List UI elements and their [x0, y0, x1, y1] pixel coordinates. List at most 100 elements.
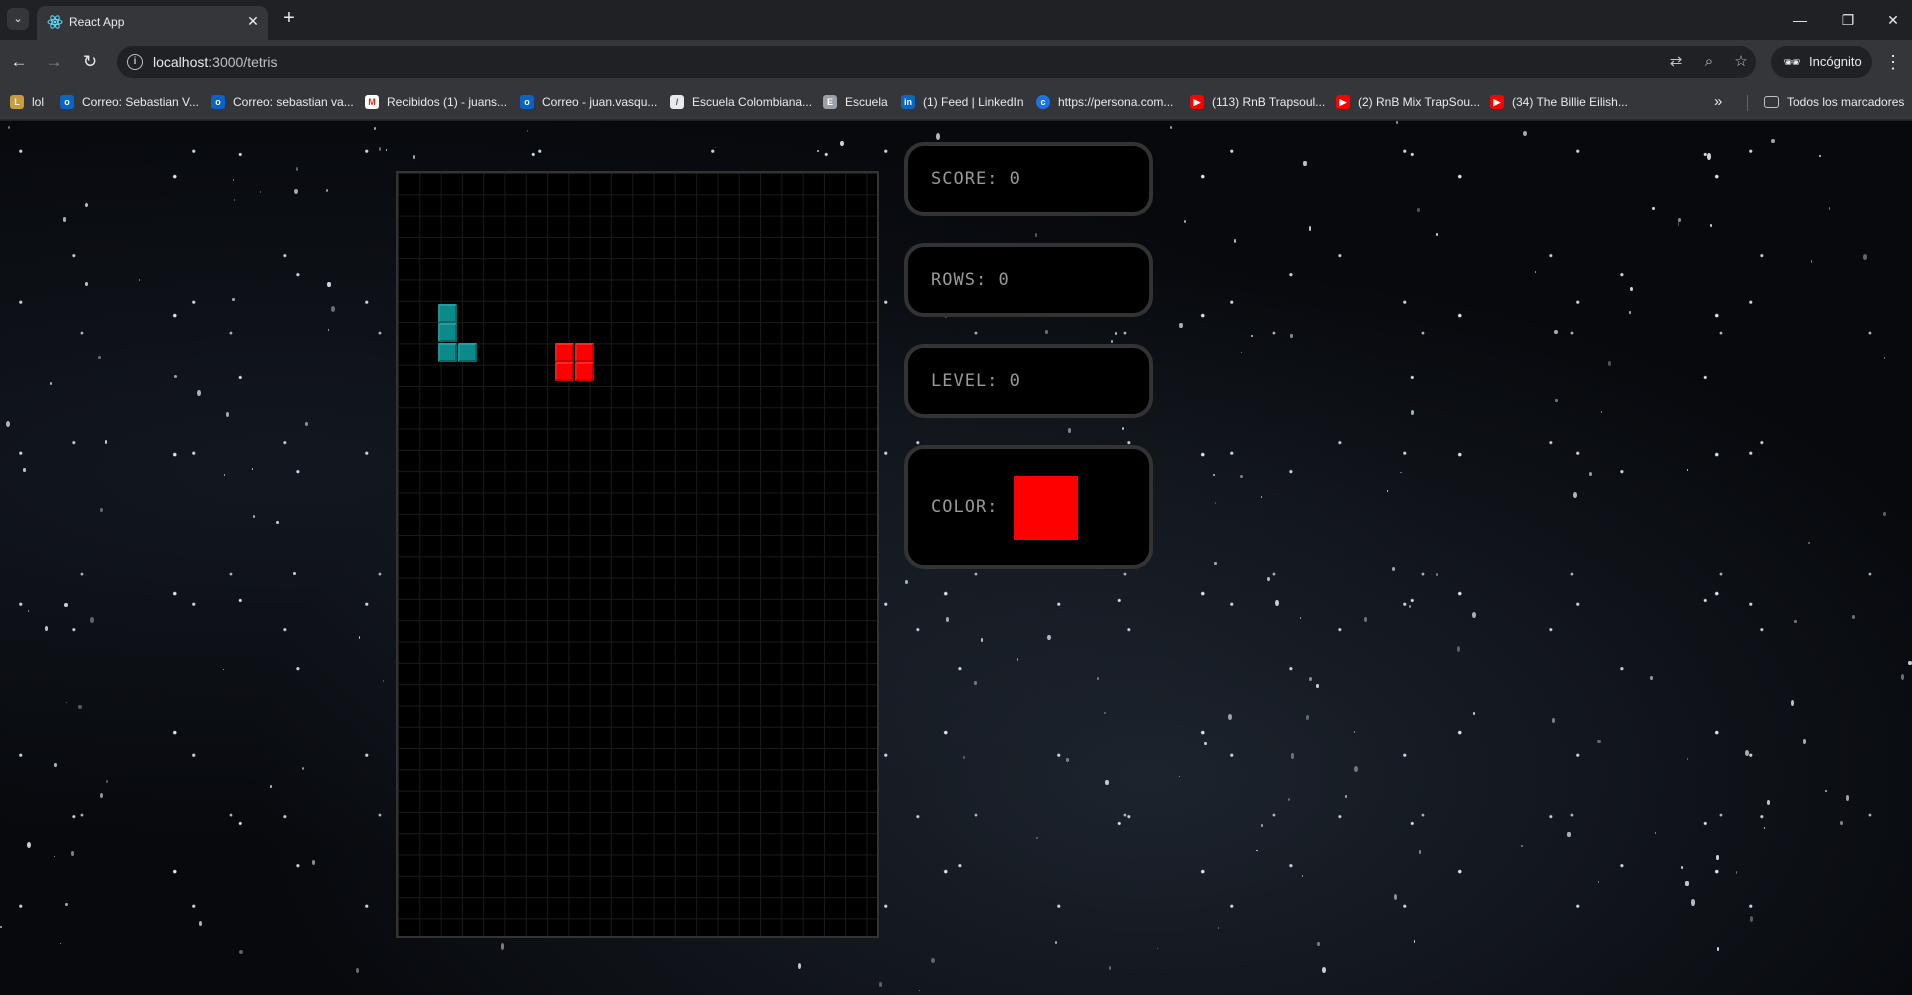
translate-icon[interactable]: ⇄ [1666, 52, 1686, 72]
school-favicon-icon: E [823, 95, 837, 109]
star-dot [65, 701, 68, 704]
tab-search-button[interactable]: ⌄ [7, 8, 29, 30]
star-dot [382, 680, 385, 682]
star-dot [1065, 758, 1070, 763]
star-dot [239, 950, 244, 955]
star-dot [980, 637, 984, 642]
star-dot [1308, 226, 1312, 231]
bookmark-item[interactable]: o Correo - juan.vasqu... [520, 92, 657, 112]
bookmark-item[interactable]: c https://persona.com... [1036, 92, 1173, 112]
close-tab-icon[interactable]: ✕ [244, 12, 262, 30]
L-piece-cell [438, 303, 457, 323]
restore-icon[interactable]: ❐ [1838, 10, 1858, 30]
gmail-favicon-icon: M [365, 95, 379, 109]
bookmark-item[interactable]: ▶ (34) The Billie Eilish... [1490, 92, 1628, 112]
star-dot [1122, 427, 1125, 431]
star-dot [1068, 428, 1072, 433]
star-dot [1416, 207, 1420, 213]
star-dot [233, 178, 235, 181]
star-dot [1233, 239, 1237, 243]
all-bookmarks-label: Todos los marcadores [1787, 95, 1905, 109]
star-dot [174, 375, 178, 379]
react-icon [47, 15, 63, 29]
url-text[interactable]: localhost:3000/tetris [153, 54, 278, 70]
star-dot [1808, 542, 1810, 545]
bookmark-item[interactable]: / Escuela Colombiana... [670, 92, 812, 112]
star-dot [1096, 676, 1100, 680]
star-dot [105, 780, 109, 784]
bookmark-item[interactable]: ▶ (2) RnB Mix TrapSou... [1336, 92, 1480, 112]
star-dot [963, 755, 966, 760]
bookmark-label: Escuela Colombiana... [692, 95, 813, 109]
bookmark-label: Recibidos (1) - juans... [387, 95, 508, 109]
all-bookmarks-folder[interactable]: Todos los marcadores [1764, 92, 1904, 112]
star-dot [1716, 947, 1720, 952]
star-dot [1608, 361, 1612, 366]
url-host: localhost [153, 54, 209, 70]
minimize-icon[interactable]: — [1790, 10, 1810, 30]
star-dot [1521, 845, 1523, 847]
star-dot [1745, 750, 1749, 756]
incognito-label: Incógnito [1809, 54, 1862, 69]
bookmark-item[interactable]: o Correo: Sebastian V... [60, 92, 199, 112]
star-dot [1766, 800, 1771, 805]
star-dot [526, 130, 529, 132]
bookmark-item[interactable]: ▶ (113) RnB Trapsoul... [1190, 92, 1325, 112]
star-dot [1810, 260, 1813, 263]
star-dot [879, 982, 882, 987]
star-dot [1240, 474, 1243, 478]
persona-favicon-icon: c [1036, 95, 1050, 109]
bookmark-item[interactable]: M Recibidos (1) - juans... [365, 92, 507, 112]
star-dot [0, 925, 2, 928]
bookmark-item[interactable]: o Correo: sebastian va... [211, 92, 354, 112]
more-vert-icon[interactable]: ⋮ [1884, 50, 1902, 74]
star-dot [1597, 739, 1601, 744]
star-dot [253, 514, 256, 518]
bookmark-item[interactable]: E Escuela [823, 92, 888, 112]
color-label: COLOR: [931, 497, 999, 517]
O-piece-cell [555, 362, 574, 381]
star-dot [358, 635, 361, 639]
star-icon[interactable]: ☆ [1731, 52, 1751, 72]
star-dot [1408, 604, 1412, 608]
chevron-double-right-icon[interactable]: » [1714, 92, 1722, 112]
address-bar[interactable]: i localhost:3000/tetris ⇄ ⌕ ☆ [117, 46, 1756, 78]
bookmark-label: Correo: Sebastian V... [82, 95, 199, 109]
star-dot [1104, 712, 1106, 714]
star-dot [373, 127, 376, 130]
star-dot [1299, 616, 1302, 620]
star-dot [1803, 738, 1807, 745]
star-dot [1790, 699, 1795, 706]
star-dot [1824, 789, 1827, 793]
browser-toolbar: ← → ↻ i localhost:3000/tetris ⇄ ⌕ ☆ 🕶 In… [0, 40, 1912, 84]
reload-icon[interactable]: ↻ [78, 50, 102, 74]
close-window-icon[interactable]: ✕ [1883, 10, 1903, 30]
tab-react-app[interactable]: React App ✕ [37, 6, 268, 40]
incognito-button[interactable]: 🕶 Incógnito [1771, 46, 1872, 78]
star-dot [931, 957, 936, 963]
star-dot [412, 155, 415, 159]
zoom-icon[interactable]: ⌕ [1699, 52, 1719, 72]
arrow-left-icon[interactable]: ← [7, 50, 31, 74]
star-dot [840, 140, 844, 147]
lol-favicon-icon: L [10, 95, 24, 109]
youtube-favicon-icon: ▶ [1336, 95, 1350, 109]
star-dot [1552, 718, 1555, 723]
star-dot [1212, 473, 1215, 477]
outlook-favicon-icon: o [520, 95, 534, 109]
bookmark-item[interactable]: in (1) Feed | LinkedIn [901, 92, 1024, 112]
bookmark-item[interactable]: L lol [10, 92, 44, 112]
star-dot [973, 680, 977, 686]
arrow-right-icon[interactable]: → [42, 50, 66, 74]
info-icon[interactable]: i [127, 54, 143, 70]
star-dot [1290, 333, 1293, 338]
star-dot [330, 306, 335, 313]
incognito-icon: 🕶 [1783, 54, 1801, 70]
star-dot [1308, 676, 1313, 681]
new-tab-button[interactable]: + [278, 8, 300, 30]
star-dot [199, 921, 203, 927]
tab-strip: ⌄ React App ✕ + — ❐ ✕ [0, 0, 1912, 40]
star-dot [1654, 831, 1657, 835]
star-dot [1400, 471, 1402, 474]
bookmark-label: (2) RnB Mix TrapSou... [1358, 95, 1481, 109]
